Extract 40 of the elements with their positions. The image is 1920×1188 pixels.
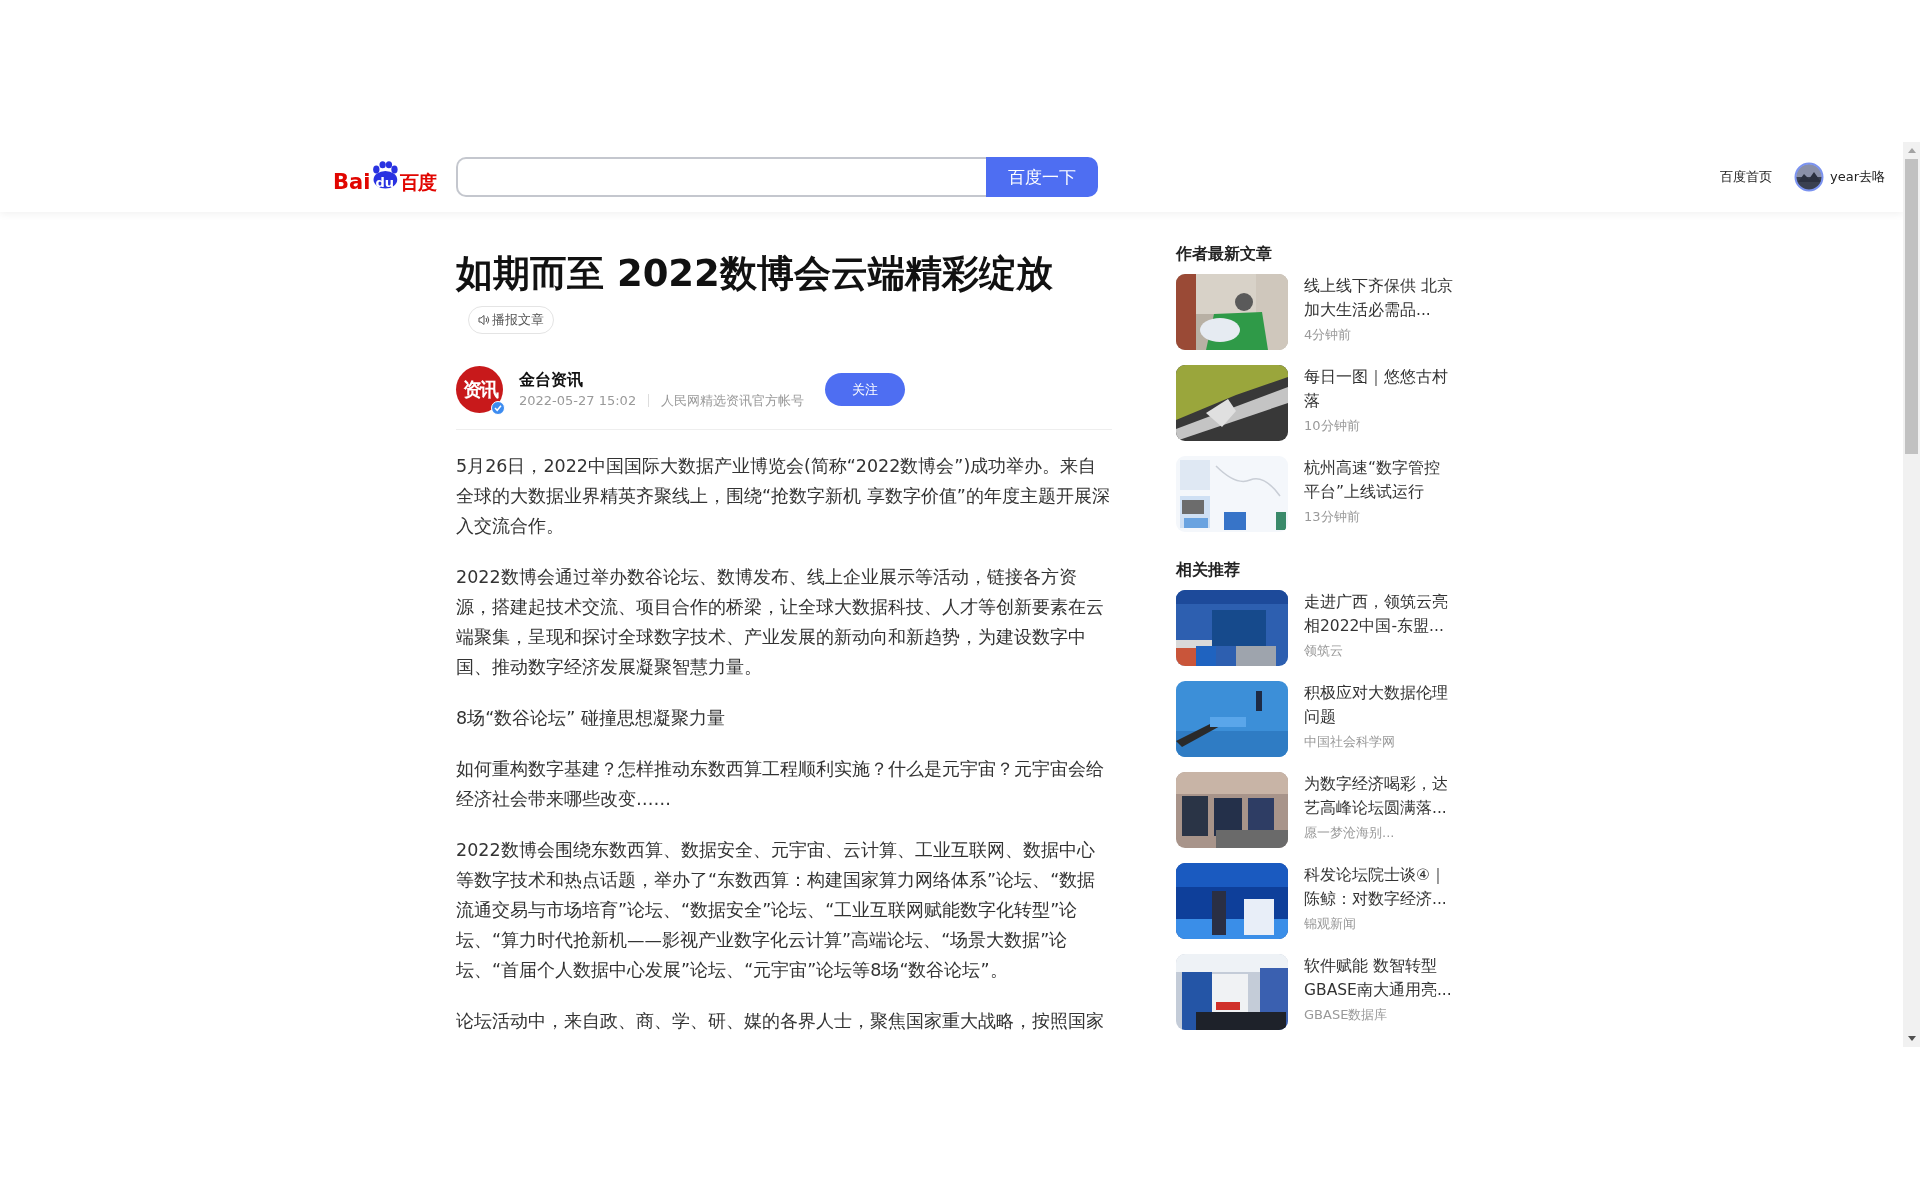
publish-date: 2022-05-27 15:02 xyxy=(519,391,637,410)
article-link[interactable]: 为数字经济喝彩，达艺高峰论坛圆满落... xyxy=(1304,772,1454,820)
article-link[interactable]: 杭州高速“数字管控平台”上线试运行 xyxy=(1304,456,1454,504)
article-link[interactable]: 科发论坛院士谈④｜陈鲸：对数字经济... xyxy=(1304,863,1454,911)
scroll-down-icon[interactable] xyxy=(1907,1036,1916,1041)
author-logo: 资讯 xyxy=(456,366,503,413)
paragraph: 5月26日，2022中国国际大数据产业博览会(简称“2022数博会”)成功举办。来自全球的大数据业界精英齐聚线上，围绕“抢数字新机 享数字价值”的年度主题开展深入交流合作。 xyxy=(456,455,1111,538)
article-title: 如期而至 2022数博会云端精彩绽放 xyxy=(456,251,1054,297)
search-button[interactable]: 百度一下 xyxy=(986,157,1098,197)
scrollbar[interactable] xyxy=(1903,142,1920,1047)
avatar[interactable] xyxy=(1794,162,1824,192)
article-meta: GBASE数据库 xyxy=(1304,1006,1389,1024)
author-name[interactable]: 金台资讯 xyxy=(519,368,825,391)
logo[interactable]: Bai du 百度 xyxy=(333,160,438,194)
paragraph: 论坛活动中，来自政、商、学、研、媒的各界人士，聚焦国家重大战略，按照国家 xyxy=(456,1010,1105,1033)
paragraph: 8场“数谷论坛” 碰撞思想凝聚力量 xyxy=(456,707,726,730)
article-meta: 10分钟前 xyxy=(1304,417,1361,435)
user-name[interactable]: year去咯 xyxy=(1830,168,1885,186)
article-link[interactable]: 走进广西，领筑云亮相2022中国-东盟... xyxy=(1304,590,1454,638)
listen-button[interactable]: 播报文章 xyxy=(468,306,554,334)
article-link[interactable]: 每日一图｜悠悠古村落 xyxy=(1304,365,1454,413)
section-heading: 作者最新文章 xyxy=(1176,243,1273,265)
scroll-thumb[interactable] xyxy=(1905,159,1918,454)
article-link[interactable]: 线上线下齐保供 北京加大生活必需品... xyxy=(1304,274,1454,322)
article-meta: 领筑云 xyxy=(1304,642,1344,660)
paragraph: 2022数博会围绕东数西算、数据安全、元宇宙、云计算、工业互联网、数据中心等数字技术和热点话题，举办了“东数西算：构建国家算力网络体系”论坛、“数据流通交易与市场培育”论坛、“数据安全”论坛、“工业互联网赋能数字化转型”论坛、“算力时代抢新机——影视产业数字化云计算”高端论坛、“场景大数据”论坛、“首届个人数据中心发展”论坛、“元宇宙”论坛等8场“数谷论坛”。 xyxy=(456,839,1097,982)
article-meta: 中国社会科学网 xyxy=(1304,733,1396,751)
article-link[interactable]: 软件赋能 数智转型 GBASE南大通用亮... xyxy=(1304,954,1454,1002)
article-meta: 4分钟前 xyxy=(1304,326,1353,344)
article-meta: 锦观新闻 xyxy=(1304,915,1357,933)
article-meta: 13分钟前 xyxy=(1304,508,1361,526)
paragraph: 2022数博会通过举办数谷论坛、数博发布、线上企业展示等活动，链接各方资源，搭建起技术交流、项目合作的桥梁，让全球大数据科技、人才等创新要素在云端聚集，呈现和探讨全球数字技术、产业发展的新动向和新趋势，为建设数字中国、推动数字经济发展凝聚智慧力量。 xyxy=(456,566,1105,679)
article-link[interactable]: 积极应对大数据伦理问题 xyxy=(1304,681,1454,729)
follow-button[interactable]: 关注 xyxy=(825,373,905,406)
section-heading: 相关推荐 xyxy=(1176,559,1241,581)
search-field[interactable] xyxy=(456,157,986,197)
author-description: 人民网精选资讯官方帐号 xyxy=(661,391,805,410)
speaker-icon xyxy=(478,314,490,326)
paragraph: 如何重构数字基建？怎样推动东数西算工程顺利实施？什么是元宇宙？元宇宙会给经济社会带来哪些改变…… xyxy=(456,758,1105,811)
nav-link[interactable]: 百度首页 xyxy=(1720,168,1772,186)
